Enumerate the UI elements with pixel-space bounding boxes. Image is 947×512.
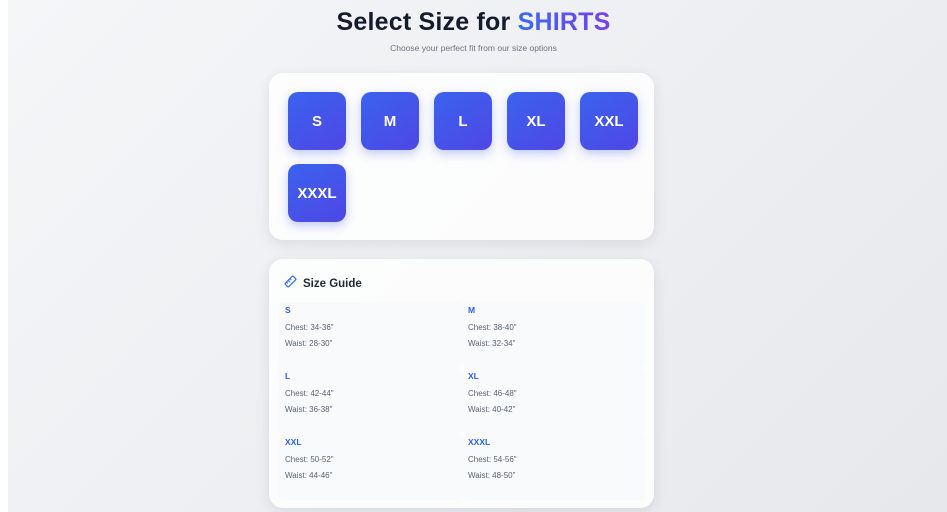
guide-waist: Waist: 36-38" [285, 405, 333, 414]
guide-size-label: XXL [285, 437, 302, 447]
guide-chest: Chest: 42-44" [285, 389, 334, 398]
window-edge [0, 0, 8, 512]
guide-size-label: XXXL [468, 437, 491, 447]
size-button-m[interactable]: M [361, 92, 419, 150]
size-options: S M L XL XXL XXXL [288, 92, 648, 222]
page-title-accent: SHIRTS [517, 8, 611, 36]
guide-waist: Waist: 48-50" [468, 471, 516, 480]
size-selector-card: S M L XL XXL XXXL [269, 73, 654, 240]
guide-waist: Waist: 32-34" [468, 339, 516, 348]
guide-chest: Chest: 34-36" [285, 323, 334, 332]
guide-chest: Chest: 54-56" [468, 455, 517, 464]
guide-chest: Chest: 46-48" [468, 389, 517, 398]
size-guide-card: Size Guide S Chest: 34-36" Waist: 28-30"… [269, 259, 654, 508]
size-guide-item-s: S Chest: 34-36" Waist: 28-30" [279, 302, 462, 368]
page-title-prefix: Select Size for [336, 8, 511, 36]
page-title: Select Size for SHIRTS [0, 8, 947, 37]
guide-size-label: S [285, 305, 291, 315]
size-guide-item-xxxl: XXXL Chest: 54-56" Waist: 48-50" [462, 434, 645, 500]
size-button-xxl[interactable]: XXL [580, 92, 638, 150]
guide-waist: Waist: 40-42" [468, 405, 516, 414]
guide-waist: Waist: 44-46" [285, 471, 333, 480]
size-button-xl[interactable]: XL [507, 92, 565, 150]
size-guide-item-xxl: XXL Chest: 50-52" Waist: 44-46" [279, 434, 462, 500]
size-guide-grid: S Chest: 34-36" Waist: 28-30" M Chest: 3… [279, 302, 645, 500]
guide-chest: Chest: 50-52" [285, 455, 334, 464]
ruler-icon [284, 275, 297, 293]
header: Select Size for SHIRTS Choose your perfe… [0, 8, 947, 53]
size-button-xxxl[interactable]: XXXL [288, 164, 346, 222]
size-guide-item-l: L Chest: 42-44" Waist: 36-38" [279, 368, 462, 434]
guide-size-label: L [285, 371, 291, 381]
size-guide-item-m: M Chest: 38-40" Waist: 32-34" [462, 302, 645, 368]
page-subtitle: Choose your perfect fit from our size op… [390, 43, 557, 53]
guide-size-label: M [468, 305, 476, 315]
size-guide-header: Size Guide [284, 275, 362, 293]
guide-waist: Waist: 28-30" [285, 339, 333, 348]
guide-size-label: XL [468, 371, 479, 381]
size-guide-title: Size Guide [303, 278, 362, 290]
size-button-s[interactable]: S [288, 92, 346, 150]
size-guide-item-xl: XL Chest: 46-48" Waist: 40-42" [462, 368, 645, 434]
size-button-l[interactable]: L [434, 92, 492, 150]
guide-chest: Chest: 38-40" [468, 323, 517, 332]
